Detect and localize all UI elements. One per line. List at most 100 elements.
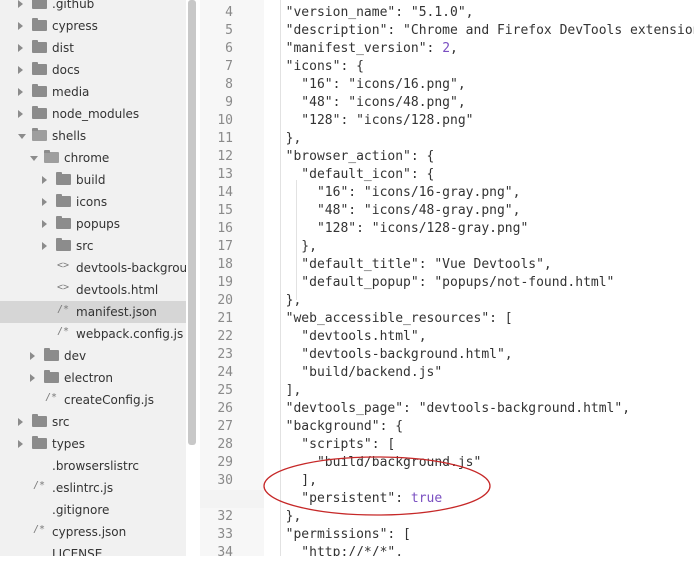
code-line[interactable]: ], [270,472,317,490]
sidebar-file[interactable]: /* createConfig.js [0,389,186,411]
sidebar-item-label: shells [52,129,87,143]
code-line[interactable]: "version_name": "5.1.0", [270,4,474,22]
folder-icon [44,370,59,383]
chevron-right-icon[interactable] [42,198,47,206]
code-editor[interactable]: "version": "5.1.0", "version_name": "5.1… [264,0,694,556]
code-line[interactable]: "http://*/*", [270,544,403,556]
chevron-right-icon[interactable] [18,22,23,30]
sidebar-item-label: build [76,173,106,187]
code-line[interactable]: "web_accessible_resources": [ [270,310,513,328]
sidebar-folder[interactable]: chrome [0,147,186,169]
sidebar-folder[interactable]: dev [0,345,186,367]
sidebar-item-label: .github [52,0,95,11]
chevron-right-icon[interactable] [42,242,47,250]
folder-icon [32,128,47,141]
code-line[interactable]: ], [270,382,302,400]
sidebar-item-label: docs [52,63,80,77]
sidebar-folder[interactable]: src [0,235,186,257]
code-line[interactable]: "devtools.html", [270,328,426,346]
sidebar-folder[interactable]: src [0,411,186,433]
sidebar-file[interactable]: .gitignore [0,499,186,521]
sidebar-folder[interactable]: .github [0,0,186,15]
sidebar-folder[interactable]: media [0,81,186,103]
chevron-right-icon[interactable] [18,66,23,74]
sidebar-folder[interactable]: docs [0,59,186,81]
code-file-icon: /* [32,480,46,491]
code-line[interactable]: "48": "icons/48-gray.png", [270,202,521,220]
code-line[interactable]: "build/backend.js" [270,364,442,382]
code-line[interactable]: "128": "icons/128.png" [270,112,473,130]
sidebar-folder[interactable]: electron [0,367,186,389]
chevron-right-icon[interactable] [30,374,35,382]
code-line[interactable]: "128": "icons/128-gray.png" [270,220,528,238]
code-line[interactable]: "devtools_page": "devtools-background.ht… [270,400,630,418]
folder-icon [32,414,47,427]
chevron-right-icon[interactable] [18,44,23,52]
chevron-right-icon[interactable] [18,0,23,8]
code-line[interactable]: "16": "icons/16.png", [270,76,465,94]
sidebar-folder[interactable]: node_modules [0,103,186,125]
sidebar-folder[interactable]: popups [0,213,186,235]
code-line[interactable]: "manifest_version": 2, [270,40,458,58]
line-number: 17 [217,239,233,254]
sidebar-folder[interactable]: types [0,433,186,455]
code-line[interactable]: "default_popup": "popups/not-found.html" [270,274,614,292]
line-number: 15 [217,203,233,218]
folder-icon [32,106,47,119]
code-line[interactable]: "devtools-background.html", [270,346,512,364]
sidebar-folder[interactable]: build [0,169,186,191]
file-tree-sidebar: .github cypress dist docs media node_moduless… [0,0,186,556]
sidebar-file[interactable]: .browserslistrc [0,455,186,477]
sidebar-folder[interactable]: shells [0,125,186,147]
line-number: 19 [217,275,233,290]
line-number: 24 [217,365,233,380]
chevron-down-icon[interactable] [30,156,38,161]
code-line[interactable]: "16": "icons/16-gray.png", [270,184,521,202]
code-line[interactable]: "default_icon": { [270,166,434,184]
code-line[interactable]: }, [270,508,302,526]
code-line[interactable]: "default_title": "Vue Devtools", [270,256,551,274]
chevron-down-icon[interactable] [18,134,26,139]
code-file-icon: /* [44,392,58,403]
sidebar-item-label: .browserslistrc [52,459,139,473]
code-line[interactable]: "48": "icons/48.png", [270,94,465,112]
line-number: 22 [217,329,233,344]
code-line[interactable]: "build/background.js" [270,454,481,472]
code-line[interactable]: }, [270,238,317,256]
sidebar-scrollbar[interactable] [188,0,196,445]
chevron-right-icon[interactable] [18,418,23,426]
line-number: 9 [225,95,233,110]
sidebar-file[interactable]: LICENSE [0,543,186,556]
indent-guide [280,0,281,556]
sidebar-folder[interactable]: dist [0,37,186,59]
code-line[interactable]: "description": "Chrome and Firefox DevTo… [270,22,694,40]
code-line[interactable]: "browser_action": { [270,148,435,166]
sidebar-file[interactable]: /* cypress.json [0,521,186,543]
code-line[interactable]: }, [270,130,302,148]
code-line[interactable]: "persistent": true [270,490,442,508]
sidebar-file[interactable]: <> devtools-background.html [0,257,186,279]
code-line[interactable]: "background": { [270,418,403,436]
sidebar-item-label: icons [76,195,108,209]
sidebar-folder[interactable]: cypress [0,15,186,37]
sidebar-item-label: chrome [64,151,110,165]
chevron-right-icon[interactable] [42,176,47,184]
chevron-right-icon[interactable] [30,352,35,360]
code-line[interactable]: "icons": { [270,58,364,76]
sidebar-file[interactable]: /* manifest.json [0,301,186,323]
chevron-right-icon[interactable] [18,440,23,448]
code-line[interactable]: "scripts": [ [270,436,395,454]
chevron-right-icon[interactable] [42,220,47,228]
sidebar-file[interactable]: <> devtools.html [0,279,186,301]
html-file-icon: <> [56,260,70,271]
sidebar-folder[interactable]: icons [0,191,186,213]
folder-icon [32,436,47,449]
line-number: 5 [225,23,233,38]
chevron-right-icon[interactable] [18,110,23,118]
sidebar-item-label: .gitignore [52,503,110,517]
sidebar-file[interactable]: /* webpack.config.js [0,323,186,345]
code-line[interactable]: "permissions": [ [270,526,411,544]
sidebar-file[interactable]: /* .eslintrc.js [0,477,186,499]
chevron-right-icon[interactable] [18,88,23,96]
line-number: 28 [217,437,233,452]
